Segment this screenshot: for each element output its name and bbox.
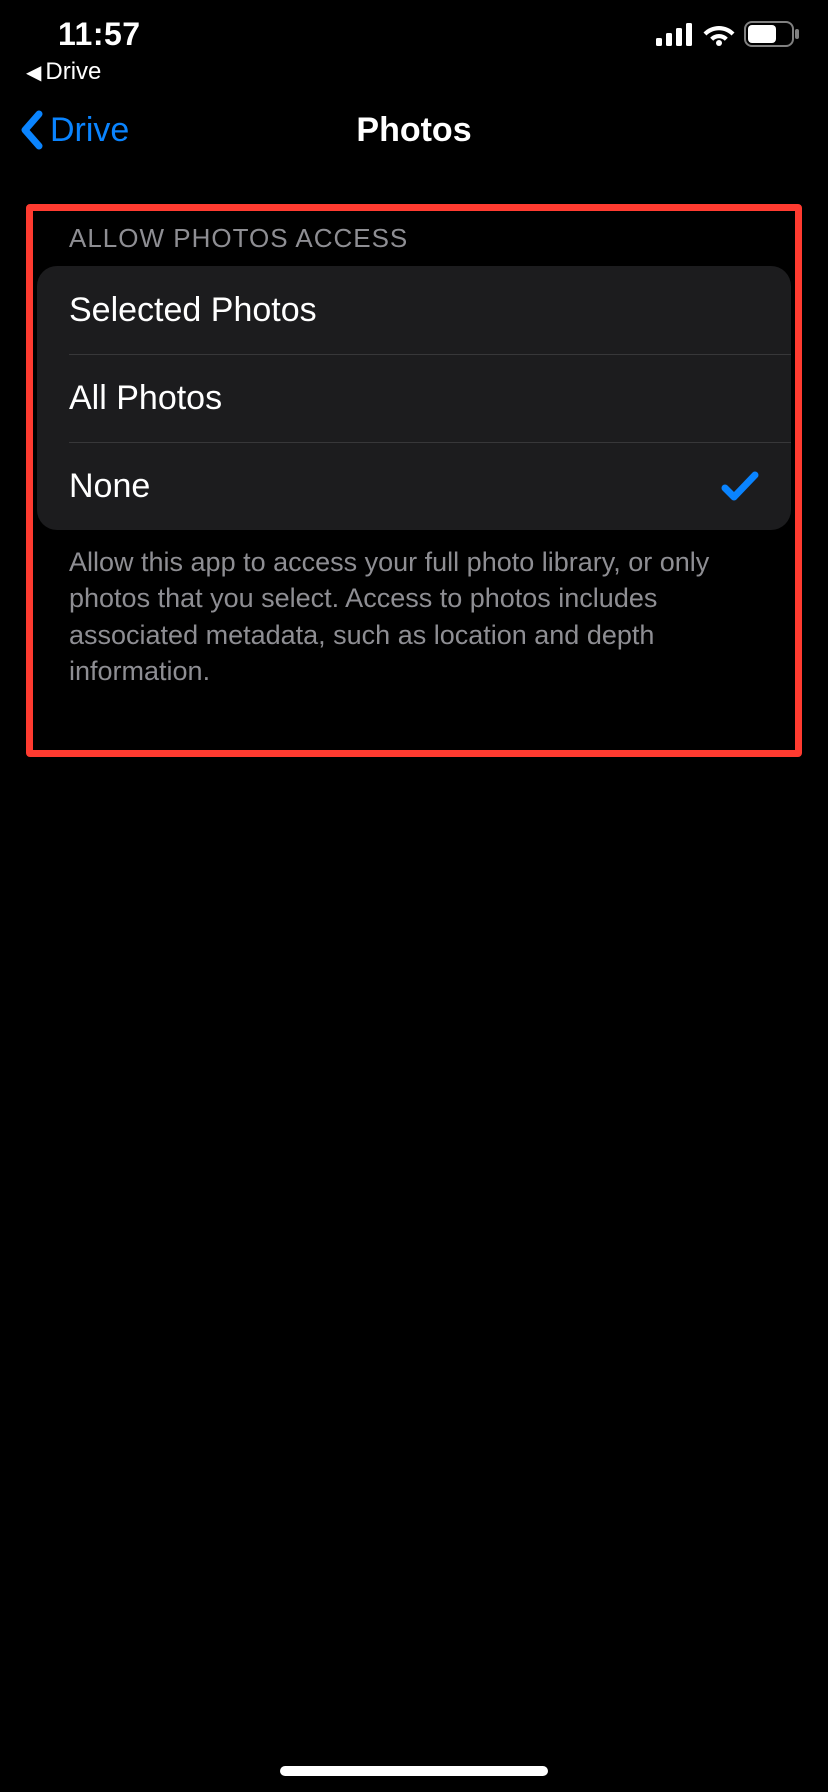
breadcrumb-label: Drive bbox=[45, 58, 101, 86]
checkmark-icon bbox=[721, 470, 759, 502]
status-icons bbox=[656, 21, 800, 47]
option-label: Selected Photos bbox=[69, 291, 317, 330]
nav-back-button[interactable]: Drive bbox=[18, 110, 129, 150]
cellular-icon bbox=[656, 22, 694, 46]
option-none[interactable]: None bbox=[37, 442, 791, 530]
photos-access-group: Selected Photos All Photos None bbox=[37, 266, 791, 530]
option-selected-photos[interactable]: Selected Photos bbox=[37, 266, 791, 354]
option-label: All Photos bbox=[69, 379, 222, 418]
caret-left-icon: ◀ bbox=[26, 60, 41, 85]
option-label: None bbox=[69, 467, 150, 506]
nav-bar: Drive Photos bbox=[0, 86, 828, 174]
breadcrumb-back-to-app[interactable]: ◀ Drive bbox=[0, 58, 828, 86]
status-time: 11:57 bbox=[58, 16, 141, 53]
home-indicator[interactable] bbox=[280, 1766, 548, 1776]
option-all-photos[interactable]: All Photos bbox=[37, 354, 791, 442]
battery-icon bbox=[744, 21, 800, 47]
status-bar: 11:57 bbox=[0, 0, 828, 60]
section-header: Allow Photos Access bbox=[33, 211, 795, 266]
chevron-left-icon bbox=[18, 110, 44, 150]
section-footer: Allow this app to access your full photo… bbox=[33, 530, 795, 690]
highlight-annotation: Allow Photos Access Selected Photos All … bbox=[26, 204, 802, 757]
nav-back-label: Drive bbox=[50, 111, 129, 150]
wifi-icon bbox=[702, 22, 736, 46]
